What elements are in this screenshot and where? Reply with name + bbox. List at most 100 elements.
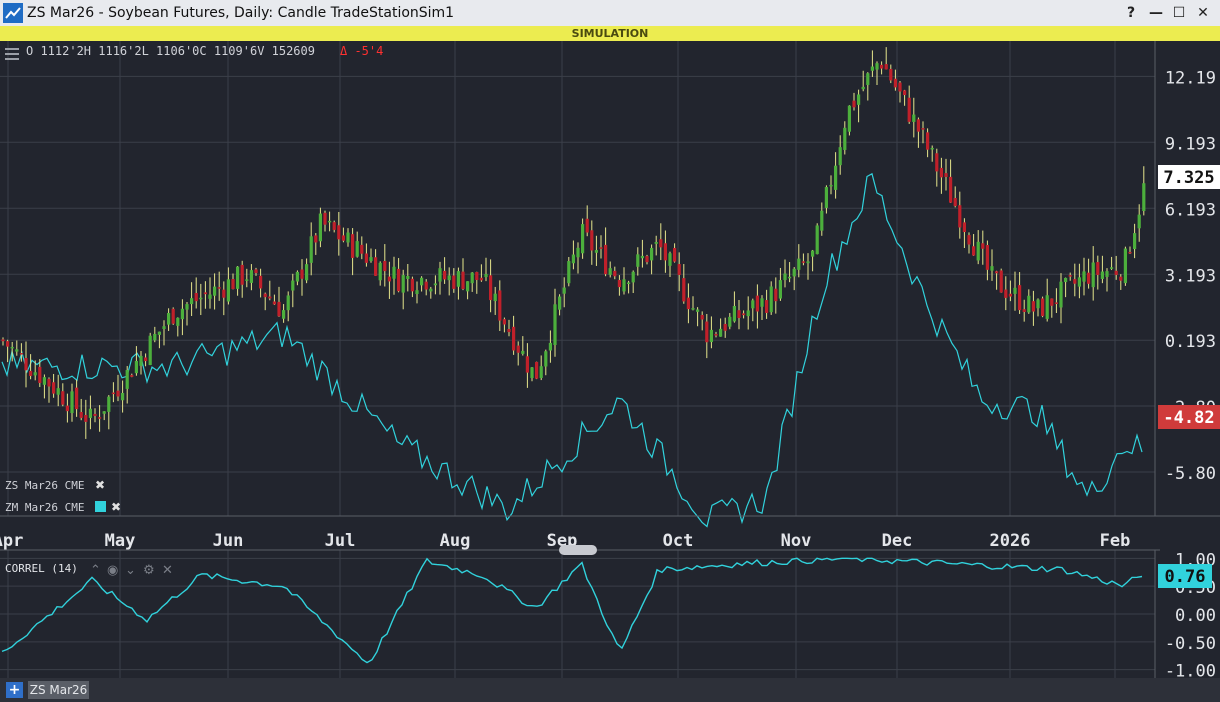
candle <box>640 255 644 259</box>
candle <box>98 417 102 419</box>
candle <box>1004 289 1008 298</box>
candle <box>1082 271 1086 282</box>
candle <box>898 82 902 92</box>
candle <box>1013 287 1017 294</box>
zm-last-tag: -4.82 <box>1158 405 1220 429</box>
legend-zs-remove-icon[interactable]: ✖ <box>95 478 105 492</box>
candle <box>1041 298 1045 317</box>
candle <box>889 68 893 81</box>
candle <box>1031 301 1035 312</box>
candle <box>139 355 143 366</box>
candle <box>406 275 410 279</box>
help-button[interactable]: ? <box>1120 2 1142 24</box>
candle <box>475 272 479 281</box>
candle <box>498 290 502 321</box>
candle <box>1077 277 1081 287</box>
candle <box>47 378 51 387</box>
candle <box>148 335 152 366</box>
gear-icon[interactable]: ⚙ <box>143 563 155 578</box>
candle <box>1091 262 1095 288</box>
candle <box>484 274 488 278</box>
correl-axis-label: 0.00 <box>1175 606 1216 626</box>
candle <box>539 366 543 378</box>
candle <box>493 293 497 302</box>
candle <box>811 250 815 257</box>
candle <box>926 132 930 150</box>
candle <box>203 292 207 295</box>
candle <box>834 165 838 190</box>
candle <box>433 283 437 286</box>
candle <box>507 328 511 333</box>
candle <box>226 279 230 302</box>
candle <box>553 304 557 346</box>
candle <box>245 279 249 281</box>
chevron-down-icon[interactable]: ⌄ <box>125 563 136 578</box>
symbol-tab[interactable]: ZS Mar26 <box>28 681 89 699</box>
candle <box>1027 295 1031 313</box>
bottom-tab-bar: + ZS Mar26 <box>0 678 1220 702</box>
chart-area[interactable]: 12.199.1936.1933.1930.193-2.80-5.80 1.00… <box>0 41 1220 678</box>
candle <box>185 304 189 310</box>
candle <box>420 277 424 286</box>
candle <box>300 269 304 279</box>
candle <box>383 260 387 272</box>
price-axis-label: 0.193 <box>1165 332 1216 352</box>
candle <box>1119 276 1123 281</box>
candle <box>217 287 221 289</box>
candle <box>1059 281 1063 308</box>
candle <box>33 372 37 376</box>
ohlc-change: Δ -5'4 <box>340 44 383 58</box>
candle <box>1123 248 1127 284</box>
candle <box>562 287 566 294</box>
candle <box>84 414 88 422</box>
candle <box>162 326 166 330</box>
candle <box>1 339 5 342</box>
candle <box>1036 299 1040 309</box>
pane-resize-handle[interactable] <box>559 545 597 555</box>
candle <box>737 310 741 319</box>
candle <box>1114 270 1118 275</box>
close-icon[interactable]: ✕ <box>162 563 173 578</box>
candle <box>544 351 548 367</box>
candle <box>705 321 709 343</box>
chevron-up-icon[interactable]: ⌃ <box>90 563 101 578</box>
candle <box>24 358 28 371</box>
candle <box>530 367 534 379</box>
ohlc-header: O 1112'2H 1116'2L 1106'0C 1109'6V 152609 <box>26 44 315 58</box>
candle <box>723 323 727 331</box>
zm-series <box>1 172 1143 528</box>
candle <box>585 218 589 233</box>
candle <box>521 350 525 354</box>
candle <box>107 396 111 412</box>
legend-zm-remove-icon[interactable]: ✖ <box>111 500 121 514</box>
eye-icon[interactable]: ◉ <box>107 563 118 578</box>
candle <box>654 241 658 244</box>
candle <box>709 329 713 343</box>
candle <box>636 254 640 267</box>
candle <box>783 273 787 281</box>
candle <box>415 290 419 295</box>
svg-text:7.325: 7.325 <box>1163 168 1214 188</box>
candle <box>576 247 580 258</box>
candle <box>686 297 690 310</box>
candle <box>985 244 989 270</box>
maximize-button[interactable]: ☐ <box>1168 2 1190 24</box>
candle <box>424 281 428 290</box>
candle <box>38 366 42 383</box>
candle <box>134 360 138 374</box>
candle <box>291 280 295 291</box>
candle <box>236 266 240 289</box>
candle <box>981 243 985 249</box>
price-axis-label: 3.193 <box>1165 266 1216 286</box>
candle <box>594 250 598 253</box>
close-button[interactable]: ✕ <box>1192 2 1214 24</box>
date-axis-label: Apr <box>0 531 23 551</box>
add-tab-button[interactable]: + <box>6 682 23 698</box>
chart-menu-icon[interactable] <box>5 48 19 60</box>
candle <box>378 262 382 281</box>
candle <box>921 128 925 130</box>
candle <box>1068 275 1072 277</box>
correl-axis-label: -0.50 <box>1165 634 1216 654</box>
minimize-button[interactable]: — <box>1145 2 1167 24</box>
candle <box>15 349 19 352</box>
